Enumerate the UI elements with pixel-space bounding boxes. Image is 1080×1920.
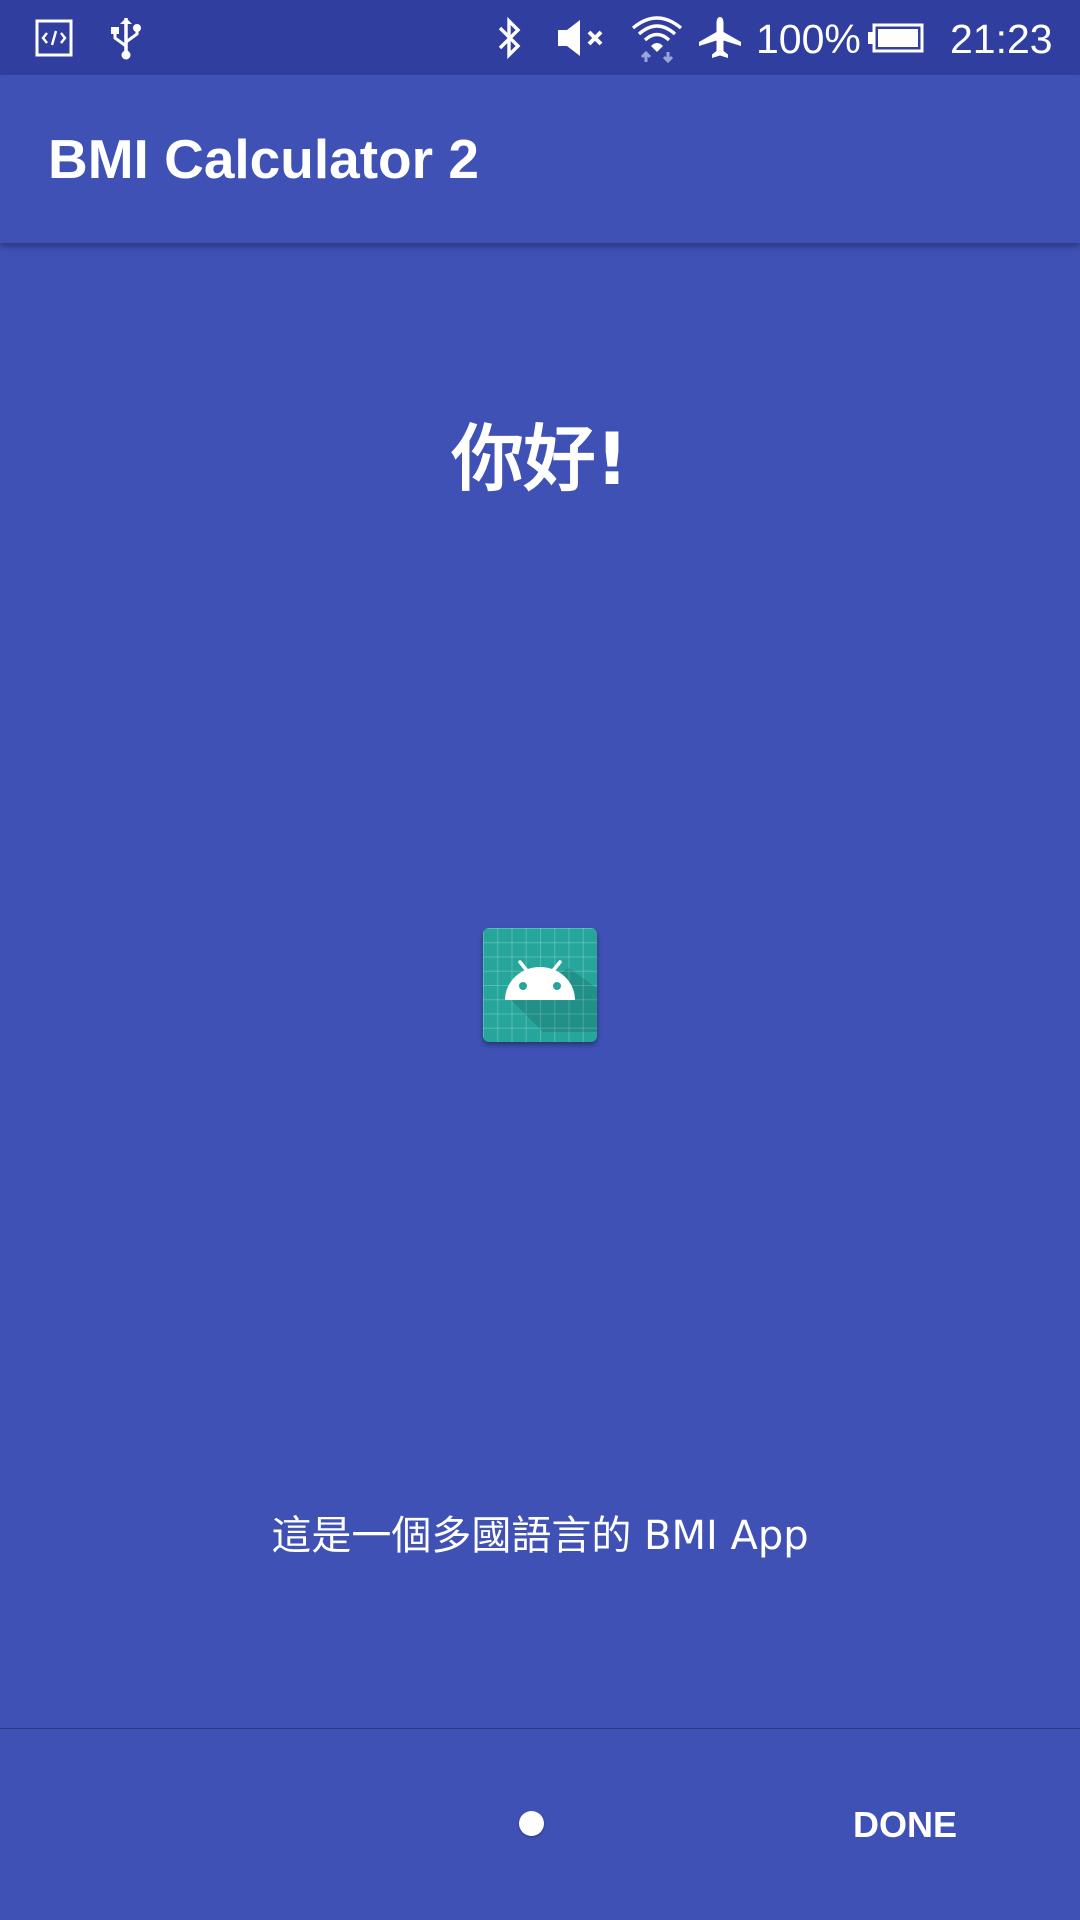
battery-icon	[868, 0, 924, 75]
airplane-mode-icon	[696, 0, 744, 75]
intro-screen: 100% 21:23 BMI Calculator 2 你好! 這是一個多國語言…	[0, 0, 1080, 1920]
android-app-icon	[483, 928, 597, 1042]
developer-mode-icon	[34, 0, 74, 75]
done-button[interactable]: DONE	[830, 1790, 980, 1860]
app-title: BMI Calculator 2	[48, 128, 479, 190]
battery-percent: 100%	[756, 16, 861, 62]
usb-icon	[106, 0, 146, 75]
volume-muted-icon	[556, 0, 608, 75]
status-bar: 100% 21:23	[0, 0, 1080, 75]
bluetooth-icon	[492, 0, 528, 75]
wifi-icon	[630, 0, 684, 75]
intro-description: 這是一個多國語言的 BMI App	[271, 1513, 809, 1559]
greeting-title: 你好!	[451, 417, 629, 501]
clock: 21:23	[950, 16, 1053, 62]
app-bar: BMI Calculator 2	[0, 75, 1080, 243]
page-indicator-dot	[519, 1811, 544, 1836]
